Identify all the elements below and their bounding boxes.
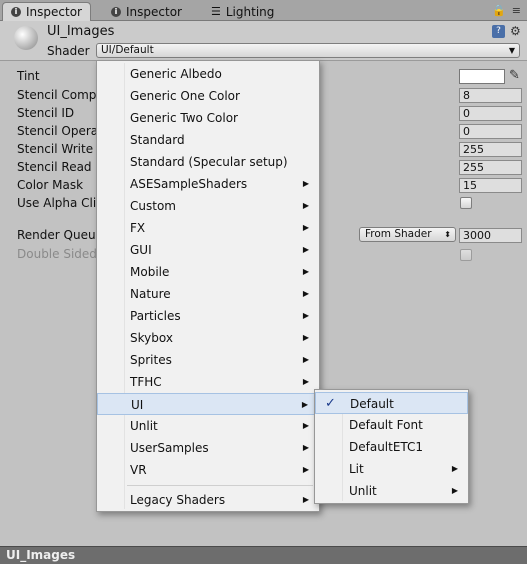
object-name: UI_Images <box>47 24 115 39</box>
submenu-arrow-icon: ▶ <box>302 311 309 320</box>
tab-label: Lighting <box>225 4 275 19</box>
color-mask-label: Color Mask <box>17 178 84 192</box>
double-sided-checkbox <box>460 249 472 261</box>
render-queue-mode-dropdown[interactable]: From Shader ⬍ <box>359 227 456 242</box>
tab-inspector[interactable]: i Inspector <box>2 2 91 21</box>
submenu-arrow-icon: ▶ <box>302 267 309 276</box>
submenu-item-defaultetc1[interactable]: DefaultETC1 <box>315 436 468 458</box>
stencil-id-field[interactable]: 0 <box>459 106 522 121</box>
stencil-read-mask-label: Stencil Read M <box>17 160 106 174</box>
use-alpha-clip-checkbox[interactable] <box>460 197 472 209</box>
tint-color-field[interactable] <box>459 69 505 84</box>
stencil-comparison-label: Stencil Compa <box>17 88 104 102</box>
submenu-arrow-icon: ▶ <box>302 223 309 232</box>
menu-item-legacy-shaders[interactable]: Legacy Shaders ▶ <box>97 489 319 511</box>
menu-item-particles[interactable]: Particles ▶ <box>97 305 319 327</box>
color-mask-field[interactable]: 15 <box>459 178 522 193</box>
submenu-item-default-font[interactable]: Default Font <box>315 414 468 436</box>
menu-item-custom[interactable]: Custom ▶ <box>97 195 319 217</box>
submenu-arrow-icon: ▶ <box>451 464 458 473</box>
dropdown-arrow-icon: ▼ <box>508 46 515 55</box>
menu-item-tfhc[interactable]: TFHC ▶ <box>97 371 319 393</box>
submenu-arrow-icon: ▶ <box>302 465 309 474</box>
menu-item-nature[interactable]: Nature ▶ <box>97 283 319 305</box>
double-sided-label: Double Sided <box>17 247 97 261</box>
tab-label: Inspector <box>26 5 82 19</box>
menu-item-sprites[interactable]: Sprites ▶ <box>97 349 319 371</box>
menu-item-generic-albedo[interactable]: Generic Albedo <box>97 63 319 85</box>
submenu-item-unlit[interactable]: Unlit ▶ <box>315 480 468 502</box>
submenu-arrow-icon: ▶ <box>302 377 309 386</box>
submenu-arrow-icon: ▶ <box>302 245 309 254</box>
menu-item-mobile[interactable]: Mobile ▶ <box>97 261 319 283</box>
ui-submenu: ✓ Default Default Font DefaultETC1 Lit ▶ … <box>314 389 469 504</box>
menu-item-vr[interactable]: VR ▶ <box>97 459 319 481</box>
tint-label: Tint <box>17 69 40 83</box>
preview-bar: UI_Images <box>0 546 527 564</box>
tab-inspector-2[interactable]: i Inspector <box>103 2 190 21</box>
stencil-comparison-field[interactable]: 8 <box>459 88 522 103</box>
tab-label: Inspector <box>126 4 182 19</box>
stencil-write-mask-field[interactable]: 255 <box>459 142 522 157</box>
render-queue-mode-value: From Shader <box>365 228 432 240</box>
help-icon[interactable]: ? <box>492 25 505 38</box>
submenu-arrow-icon: ▶ <box>302 179 309 188</box>
menu-item-unlit[interactable]: Unlit ▶ <box>97 415 319 437</box>
submenu-arrow-icon: ▶ <box>301 400 308 409</box>
submenu-arrow-icon: ▶ <box>302 443 309 452</box>
stencil-read-mask-field[interactable]: 255 <box>459 160 522 175</box>
use-alpha-clip-label: Use Alpha Clip <box>17 196 104 210</box>
menu-item-skybox[interactable]: Skybox ▶ <box>97 327 319 349</box>
stencil-id-label: Stencil ID <box>17 106 75 120</box>
submenu-arrow-icon: ▶ <box>451 486 458 495</box>
submenu-item-default[interactable]: ✓ Default <box>315 392 468 414</box>
submenu-item-lit[interactable]: Lit ▶ <box>315 458 468 480</box>
menu-icon[interactable]: ≡ <box>512 4 521 17</box>
menu-item-generic-two-color[interactable]: Generic Two Color <box>97 107 319 129</box>
submenu-arrow-icon: ▶ <box>302 201 309 210</box>
material-preview-icon <box>14 26 38 50</box>
shader-value: UI/Default <box>101 44 154 56</box>
lock-icon[interactable]: 🔒 <box>492 4 506 17</box>
submenu-arrow-icon: ▶ <box>302 289 309 298</box>
eyedropper-icon[interactable]: ✎ <box>509 68 520 83</box>
menu-item-usersamples[interactable]: UserSamples ▶ <box>97 437 319 459</box>
render-queue-field[interactable]: 3000 <box>459 228 522 243</box>
submenu-arrow-icon: ▶ <box>302 355 309 364</box>
tab-bar: i Inspector i Inspector ☰ Lighting 🔒 ≡ <box>0 0 527 21</box>
updown-arrow-icon: ⬍ <box>444 230 451 239</box>
info-icon: i <box>111 6 121 17</box>
tab-lighting[interactable]: ☰ Lighting <box>203 2 282 21</box>
lighting-icon: ☰ <box>211 5 221 18</box>
menu-item-generic-one-color[interactable]: Generic One Color <box>97 85 319 107</box>
shader-dropdown[interactable]: UI/Default ▼ <box>96 43 520 58</box>
gear-icon[interactable]: ⚙ <box>510 24 521 38</box>
submenu-arrow-icon: ▶ <box>302 495 309 504</box>
submenu-arrow-icon: ▶ <box>302 333 309 342</box>
submenu-arrow-icon: ▶ <box>302 421 309 430</box>
menu-item-standard[interactable]: Standard <box>97 129 319 151</box>
stencil-operation-field[interactable]: 0 <box>459 124 522 139</box>
window-controls: 🔒 ≡ <box>492 4 521 17</box>
stencil-write-mask-label: Stencil Write M <box>17 142 108 156</box>
shader-label: Shader <box>47 44 90 58</box>
checkmark-icon: ✓ <box>325 396 336 411</box>
menu-item-asesampleshaders[interactable]: ASESampleShaders ▶ <box>97 173 319 195</box>
menu-item-standard-specular[interactable]: Standard (Specular setup) <box>97 151 319 173</box>
stencil-operation-label: Stencil Operat <box>17 124 103 138</box>
render-queue-label: Render Queue <box>17 228 103 242</box>
shader-menu: Generic Albedo Generic One Color Generic… <box>96 60 320 512</box>
menu-item-fx[interactable]: FX ▶ <box>97 217 319 239</box>
menu-separator <box>127 485 313 486</box>
info-icon: i <box>11 7 21 17</box>
menu-item-ui[interactable]: UI ▶ <box>97 393 319 415</box>
menu-item-gui[interactable]: GUI ▶ <box>97 239 319 261</box>
